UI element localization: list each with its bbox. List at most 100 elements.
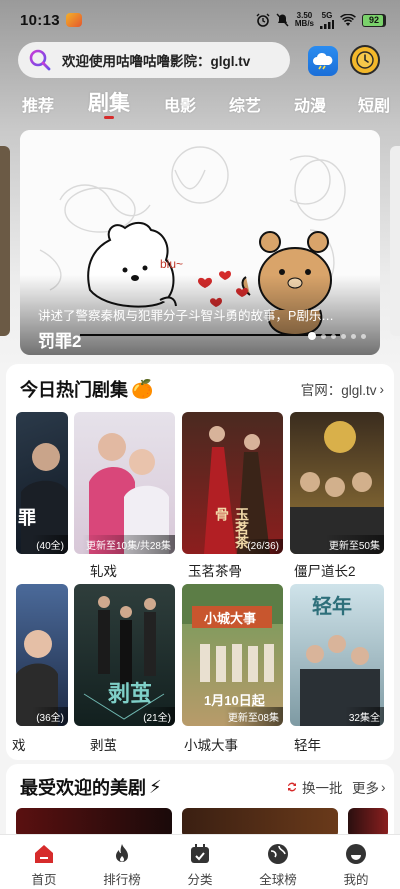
status-bar: 10:13 3.50 MB/s 5G 92 <box>0 0 400 40</box>
poster-title: 僵尸道长2 <box>294 564 356 579</box>
poster-overlay-text: 剥茧 <box>108 681 153 706</box>
carousel-dot[interactable] <box>351 333 356 339</box>
carousel-next-card[interactable] <box>390 146 400 336</box>
history-button[interactable] <box>350 45 380 75</box>
profile-icon <box>346 844 366 864</box>
us-section-title: 最受欢迎的美剧 <box>20 778 146 798</box>
clock-icon <box>356 51 374 69</box>
refresh-icon <box>288 782 296 792</box>
banner-title: 罚罪2 <box>38 332 82 351</box>
poster-title: 剥茧 <box>90 738 117 753</box>
us-section-header: 最受欢迎的美剧 ⚡ <box>20 774 162 800</box>
poster-card[interactable]: 更新至50集 <box>290 412 384 554</box>
chevron-right-icon: › <box>379 381 385 397</box>
category-tabs: 推荐 剧集 电影 综艺 动漫 短剧 <box>0 84 400 124</box>
poster-card[interactable]: 小城大事 1月10日起 更新至08集 <box>182 584 283 726</box>
banner-carousel[interactable]: biu~ 讲述了警察秦枫与犯罪分子斗智斗勇的故事，P剧乐… 罚罪2 <box>20 130 380 355</box>
search-placeholder: 欢迎使用咕噜咕噜影院：glgl.tv <box>62 54 251 69</box>
tab-short-drama[interactable]: 短剧 <box>358 92 390 116</box>
swap-batch-button[interactable]: 换一批 <box>286 777 343 797</box>
weather-button[interactable] <box>308 46 338 76</box>
nav-ranking[interactable]: 排行榜 <box>92 841 152 888</box>
more-label: 更多 <box>352 781 379 796</box>
poster-overlay-text: 轻年 <box>312 596 352 618</box>
battery-level: 92 <box>368 15 379 25</box>
poster-badge: 更新至50集 <box>324 535 384 554</box>
nav-category[interactable]: 分类 <box>170 841 230 888</box>
nav-profile-label: 我的 <box>343 873 369 887</box>
poster-card[interactable]: 罪 (40全) <box>16 412 68 554</box>
poster-card[interactable]: 玉茗茶骨 (26/36) <box>182 412 283 554</box>
status-icons: 3.50 MB/s 5G 92 <box>256 10 386 29</box>
chevron-right-icon: › <box>381 779 386 795</box>
calendar-icon <box>191 844 209 863</box>
poster-art <box>89 433 169 554</box>
carousel-dot[interactable] <box>331 333 336 339</box>
status-time: 10:13 <box>20 11 60 29</box>
globe-icon <box>268 844 288 864</box>
search-bar[interactable]: 欢迎使用咕噜咕噜影院：glgl.tv <box>18 42 290 78</box>
mute-icon <box>276 13 289 27</box>
alarm-icon <box>256 13 270 27</box>
poster-badge: 32集全 <box>344 707 384 726</box>
carousel-dot[interactable] <box>308 332 316 340</box>
hot-section-header: 今日热门剧集 🍊 <box>20 376 153 402</box>
carousel-dot[interactable] <box>361 333 366 339</box>
poster-badge: 更新至10集/共28集 <box>81 535 175 554</box>
more-button[interactable]: 更多 › <box>352 777 386 797</box>
cloud-icon <box>313 52 333 70</box>
tab-active-indicator <box>104 116 114 119</box>
official-site-link[interactable]: 官网：glgl.tv › <box>301 379 384 399</box>
nav-home[interactable]: 首页 <box>14 841 74 888</box>
signal-icon <box>320 19 334 29</box>
orange-emoji-icon: 🍊 <box>131 378 154 399</box>
carousel-dot[interactable] <box>321 333 326 339</box>
carousel-dot[interactable] <box>341 333 346 339</box>
net-speed: 3.50 MB/s <box>295 12 314 28</box>
nav-category-label: 分类 <box>187 873 213 887</box>
tab-movies[interactable]: 电影 <box>164 92 196 116</box>
poster-overlay-text: 罪 <box>18 508 36 528</box>
tab-series[interactable]: 剧集 <box>88 87 130 117</box>
nav-profile[interactable]: 我的 <box>326 841 386 888</box>
search-icon <box>29 49 51 71</box>
poster-card[interactable]: (36全) <box>16 584 68 726</box>
battery-icon: 92 <box>362 13 386 27</box>
tab-anime[interactable]: 动漫 <box>294 92 326 116</box>
carousel-dots <box>308 332 366 340</box>
hot-section-title: 今日热门剧集 <box>20 380 128 400</box>
poster-overlay-text: 小城大事 <box>204 611 257 626</box>
poster-title: 玉茗茶骨 <box>188 564 242 579</box>
poster-card[interactable]: 轻年 32集全 <box>290 584 384 726</box>
poster-title: 轻年 <box>294 738 321 753</box>
poster-badge: (26/36) <box>243 539 283 554</box>
poster-title: 轧戏 <box>90 564 117 579</box>
poster-art <box>290 421 384 554</box>
flame-icon <box>116 844 128 862</box>
poster-badge: (21全) <box>139 707 175 726</box>
home-icon <box>35 845 53 863</box>
nav-global[interactable]: 全球榜 <box>248 841 308 888</box>
nav-global-label: 全球榜 <box>259 873 297 887</box>
nav-ranking-label: 排行榜 <box>103 873 141 887</box>
poster-badge: 更新至08集 <box>223 707 283 726</box>
wifi-icon <box>340 13 356 26</box>
poster-art <box>16 630 58 726</box>
tab-variety[interactable]: 综艺 <box>229 92 261 116</box>
official-site-label: 官网：glgl.tv <box>300 383 377 398</box>
poster-card[interactable]: 剥茧 (21全) <box>74 584 175 726</box>
tab-recommend[interactable]: 推荐 <box>22 92 54 116</box>
poster-art <box>21 443 68 554</box>
poster-card[interactable]: 更新至10集/共28集 <box>74 412 175 554</box>
us-series-section: 最受欢迎的美剧 ⚡ 换一批 更多 › <box>6 764 394 844</box>
banner-description: 讲述了警察秦枫与犯罪分子斗智斗勇的故事，P剧乐… <box>38 309 334 323</box>
poster-badge: (36全) <box>32 707 68 726</box>
net-speed-unit: MB/s <box>294 19 314 28</box>
poster-title: 小城大事 <box>184 738 238 753</box>
poster-title: 戏 <box>12 738 26 753</box>
nav-home-label: 首页 <box>31 873 57 887</box>
carousel-prev-card[interactable] <box>0 146 10 336</box>
banner-art-text: biu~ <box>160 257 183 271</box>
app-notification-icon <box>65 13 82 27</box>
signal-type: 5G <box>321 10 333 20</box>
